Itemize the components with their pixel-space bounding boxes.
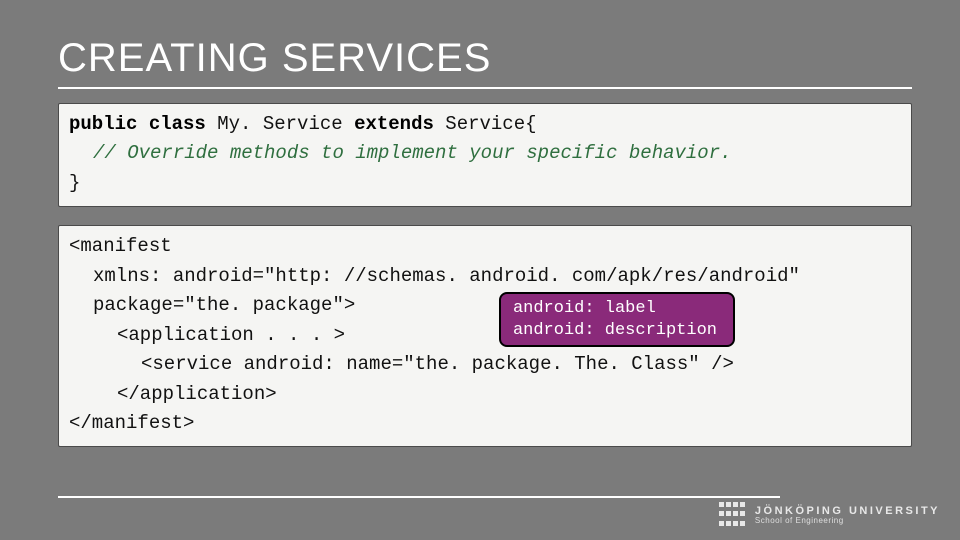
code-line: public class My. Service extends Service…	[69, 110, 901, 139]
footer-divider	[58, 496, 780, 498]
code-line: // Override methods to implement your sp…	[69, 139, 901, 168]
university-name: JÖNKÖPING UNIVERSITY	[755, 505, 940, 517]
title-divider	[58, 87, 912, 89]
code-line: </manifest>	[69, 409, 901, 438]
code-block-java: public class My. Service extends Service…	[58, 103, 912, 207]
code-line: <service android: name="the. package. Th…	[69, 350, 901, 379]
university-logo-icon	[719, 502, 745, 528]
code-text: My. Service	[206, 113, 354, 135]
footer-text: JÖNKÖPING UNIVERSITY School of Engineeri…	[755, 505, 940, 526]
keyword: extends	[354, 113, 434, 135]
code-line: <manifest	[69, 232, 901, 261]
code-line: <application . . . >	[69, 321, 901, 350]
school-name: School of Engineering	[755, 517, 940, 526]
code-text: Service{	[434, 113, 537, 135]
keyword: public class	[69, 113, 206, 135]
comment: // Override methods to implement your sp…	[93, 142, 732, 164]
code-line: }	[69, 169, 901, 198]
slide: CREATING SERVICES public class My. Servi…	[0, 0, 960, 540]
callout-box: android: label android: description	[499, 292, 735, 347]
code-line: package="the. package">	[69, 291, 901, 320]
code-line: xmlns: android="http: //schemas. android…	[69, 262, 901, 291]
code-line: </application>	[69, 380, 901, 409]
callout-line: android: description	[513, 320, 717, 341]
code-block-xml: <manifest xmlns: android="http: //schema…	[58, 225, 912, 447]
footer: JÖNKÖPING UNIVERSITY School of Engineeri…	[719, 502, 940, 528]
callout-line: android: label	[513, 298, 717, 319]
slide-title: CREATING SERVICES	[58, 36, 912, 81]
